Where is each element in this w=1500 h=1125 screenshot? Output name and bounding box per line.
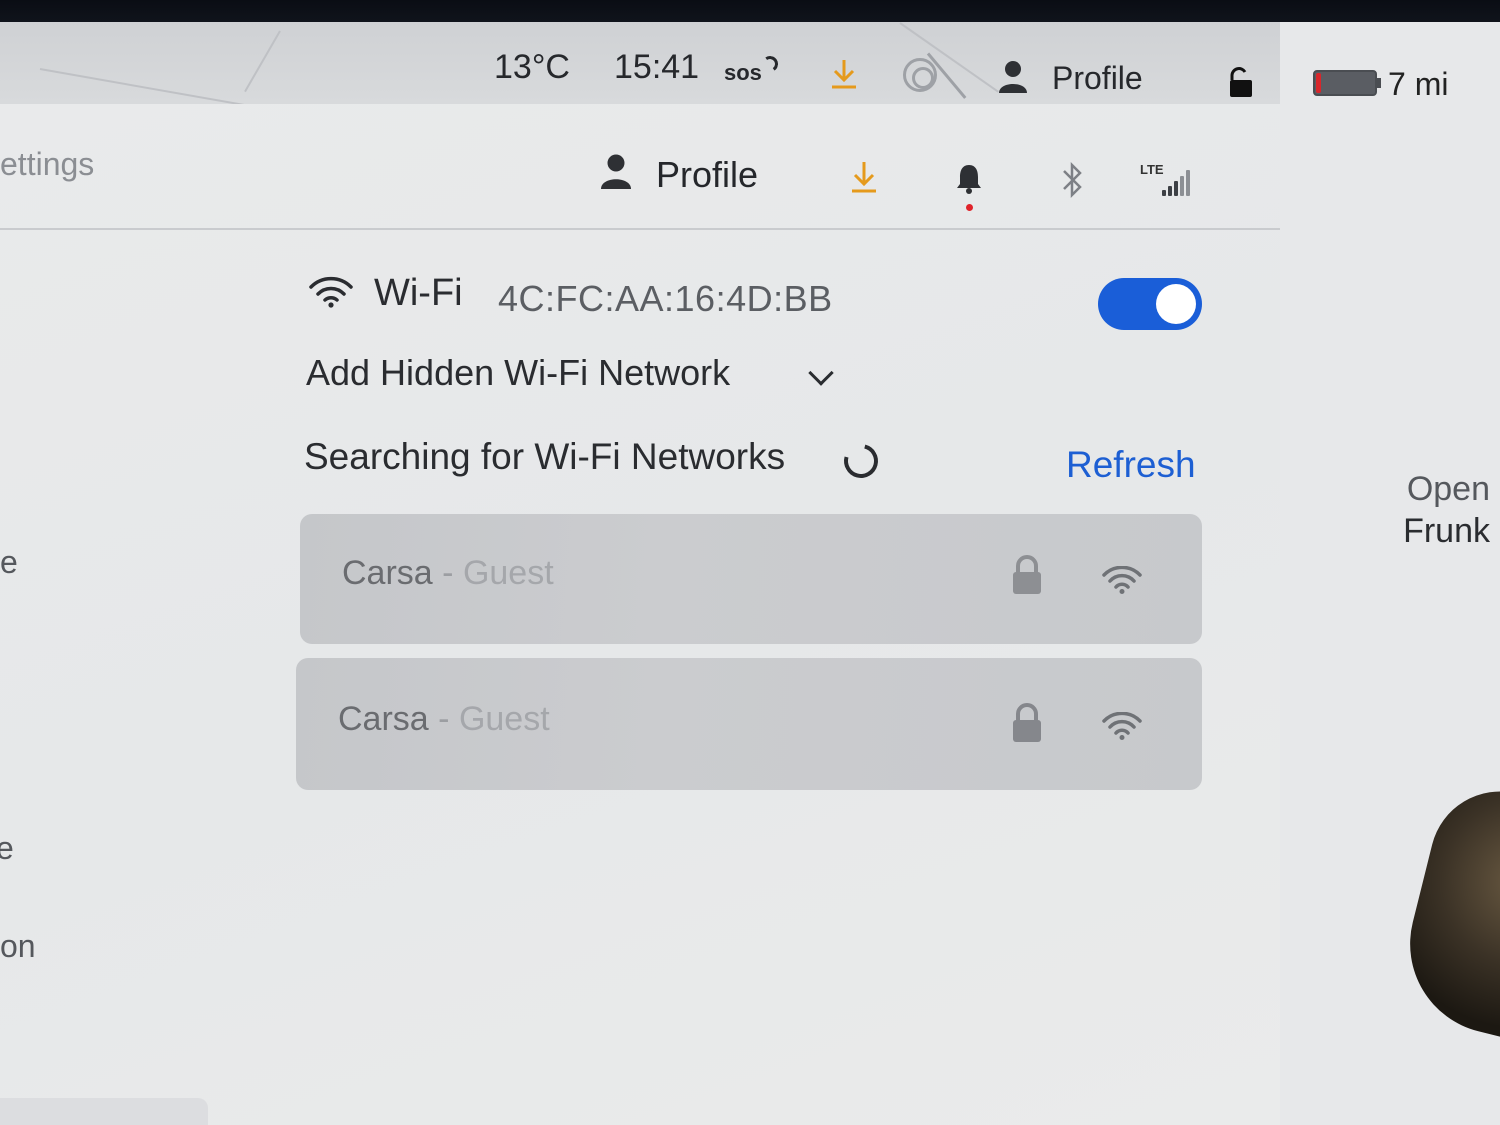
dashcam-icon[interactable] (903, 58, 937, 92)
wifi-toggle[interactable] (1098, 278, 1202, 330)
open-frunk-button[interactable]: Open Frunk (1380, 468, 1490, 552)
refresh-button[interactable]: Refresh (1066, 444, 1196, 486)
toggle-knob (1156, 284, 1196, 324)
wifi-signal-icon (1102, 712, 1142, 740)
network-list-item[interactable]: Carsa - Guest (300, 514, 1202, 644)
bluetooth-icon[interactable] (1058, 160, 1086, 200)
lock-icon (1013, 703, 1041, 742)
wifi-label: Wi-Fi (374, 272, 463, 314)
lock-icon (1013, 555, 1041, 594)
network-name-suffix: Guest (462, 554, 554, 592)
download-icon[interactable] (830, 58, 858, 90)
notification-bell-icon[interactable] (955, 162, 983, 196)
sidebar-item[interactable]: e (0, 830, 14, 867)
frunk-label-line1: Open (1406, 470, 1490, 508)
map-road (244, 30, 281, 93)
profile-icon (601, 154, 631, 189)
sidebar-item[interactable]: e (0, 544, 18, 581)
battery-tip (1377, 78, 1381, 88)
clock: 15:41 (614, 48, 700, 86)
outside-temperature: 13°C (494, 48, 570, 86)
download-icon[interactable] (850, 160, 878, 194)
network-name-suffix: Guest (458, 700, 550, 738)
network-name: Carsa - Guest (342, 554, 554, 593)
settings-title: ettings (0, 146, 95, 182)
frunk-label-line2: Frunk (1403, 512, 1490, 550)
unlocked-icon[interactable] (1224, 66, 1254, 98)
wifi-mac-address: 4C:FC:AA:16:4D:BB (498, 278, 833, 319)
sos-label[interactable]: sos (724, 60, 762, 86)
battery-range: 7 mi (1388, 66, 1449, 102)
network-name-primary: Carsa (338, 700, 429, 738)
network-name: Carsa - Guest (338, 700, 550, 739)
battery-icon (1313, 70, 1377, 96)
header-divider (0, 228, 1280, 230)
sidebar-item[interactable]: on (0, 928, 36, 965)
lte-label: LTE (1140, 162, 1164, 177)
cellular-signal-icon (1162, 168, 1194, 196)
person-icon (999, 61, 1027, 93)
network-list-item[interactable]: Carsa - Guest (296, 658, 1202, 790)
add-hidden-network-button[interactable]: Add Hidden Wi-Fi Network (306, 352, 730, 394)
wifi-icon (309, 276, 353, 308)
notification-dot (966, 204, 973, 211)
wifi-signal-icon (1102, 566, 1142, 594)
searching-status: Searching for Wi-Fi Networks (304, 436, 786, 477)
status-profile-label[interactable]: Profile (1052, 60, 1143, 97)
network-name-separator: - (438, 700, 450, 738)
network-name-separator: - (442, 554, 454, 592)
profile-button[interactable]: Profile (656, 154, 758, 196)
network-name-primary: Carsa (342, 554, 433, 592)
sidebar-bottom-button[interactable] (0, 1098, 208, 1125)
